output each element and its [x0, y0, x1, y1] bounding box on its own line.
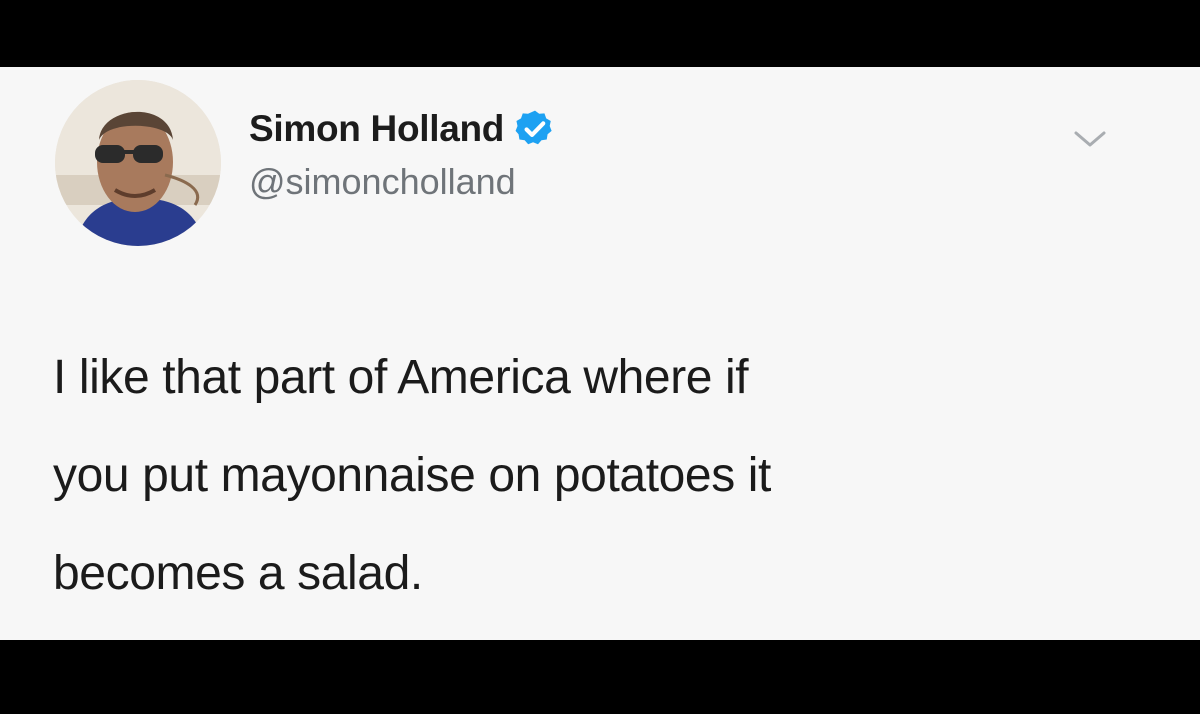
- tweet-card: Simon Holland @simoncholland I like that…: [0, 67, 1200, 640]
- screenshot-frame: Simon Holland @simoncholland I like that…: [0, 0, 1200, 714]
- tweet-text-line: I like that part of America where if: [53, 351, 749, 404]
- author-name-row: Simon Holland: [249, 99, 556, 159]
- chevron-down-icon[interactable]: [1070, 125, 1110, 153]
- avatar[interactable]: [55, 80, 221, 246]
- tweet-text-line: becomes a salad.: [53, 547, 423, 600]
- author-display-name[interactable]: Simon Holland: [249, 108, 504, 150]
- tweet-text-line: you put mayonnaise on potatoes it: [53, 449, 771, 502]
- tweet-text: I like that part of America where if you…: [53, 329, 1153, 623]
- author-handle[interactable]: @simoncholland: [249, 161, 556, 203]
- tweet-author: Simon Holland @simoncholland: [249, 99, 556, 203]
- verified-badge-icon: [514, 108, 556, 150]
- avatar-image: [55, 80, 221, 246]
